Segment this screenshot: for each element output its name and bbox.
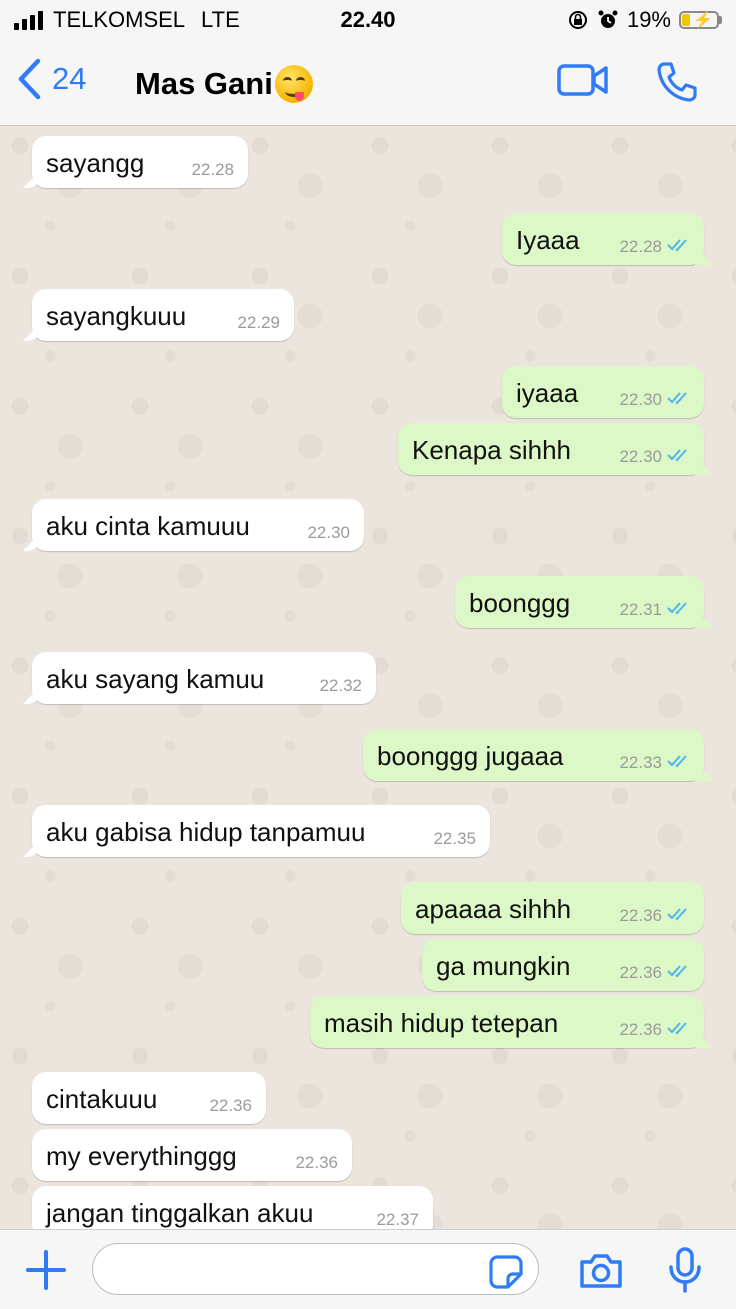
message-text: iyaaa <box>516 378 579 408</box>
message-time: 22.36 <box>295 1153 338 1172</box>
contact-name-text: Mas Gani <box>135 66 273 101</box>
message-time: 22.36 <box>209 1096 252 1115</box>
status-bar: TELKOMSEL LTE 22.40 19% ⚡ <box>0 0 736 40</box>
double-check-icon <box>667 602 687 615</box>
message-outgoing[interactable]: boonggg jugaaa 22.33 <box>363 729 704 781</box>
voice-call-button[interactable] <box>655 60 699 109</box>
double-check-icon <box>667 449 687 462</box>
message-incoming[interactable]: aku gabisa hidup tanpamuu 22.35 <box>32 805 490 857</box>
video-camera-icon <box>557 64 608 96</box>
message-time: 22.30 <box>619 447 662 466</box>
message-text: sayangkuuu <box>46 301 187 331</box>
message-incoming[interactable]: sayangg 22.28 <box>32 136 248 188</box>
message-time: 22.36 <box>619 1020 662 1039</box>
back-button[interactable]: 24 <box>16 58 86 100</box>
chevron-left-icon <box>18 58 41 100</box>
double-check-icon <box>667 755 687 768</box>
contact-name[interactable]: Mas Gani <box>135 65 313 103</box>
double-check-icon <box>667 239 687 252</box>
battery-percent: 19% <box>626 7 671 32</box>
message-outgoing[interactable]: iyaaa 22.30 <box>502 366 704 418</box>
double-check-icon <box>667 1022 687 1035</box>
message-time: 22.28 <box>191 160 234 179</box>
sticker-button[interactable] <box>488 1254 524 1295</box>
video-call-button[interactable] <box>557 62 609 103</box>
message-outgoing[interactable]: Iyaaa 22.28 <box>502 213 704 265</box>
message-text: boonggg <box>469 588 571 618</box>
message-incoming[interactable]: aku sayang kamuu 22.32 <box>32 652 376 704</box>
message-time: 22.35 <box>433 829 476 848</box>
message-text: ga mungkin <box>436 951 571 981</box>
message-time: 22.32 <box>319 676 362 695</box>
composer-bar <box>0 1229 736 1309</box>
alarm-icon <box>598 10 618 28</box>
message-time: 22.31 <box>619 600 662 619</box>
plus-icon <box>26 1250 66 1290</box>
sticker-icon <box>489 1255 523 1289</box>
message-time: 22.36 <box>619 963 662 982</box>
message-outgoing[interactable]: ga mungkin 22.36 <box>422 939 704 991</box>
message-text: Iyaaa <box>516 225 580 255</box>
message-outgoing[interactable]: apaaaa sihhh 22.36 <box>401 882 704 934</box>
double-check-icon <box>667 908 687 921</box>
message-time: 22.30 <box>619 390 662 409</box>
message-incoming[interactable]: cintakuuu 22.36 <box>32 1072 266 1124</box>
message-time: 22.36 <box>619 906 662 925</box>
attach-button[interactable] <box>26 1250 66 1295</box>
message-incoming[interactable]: jangan tinggalkan akuu 22.37 <box>32 1186 433 1229</box>
phone-icon <box>657 62 697 102</box>
message-time: 22.28 <box>619 237 662 256</box>
message-outgoing[interactable]: masih hidup tetepan 22.36 <box>310 996 704 1048</box>
message-text: sayangg <box>46 148 145 178</box>
unread-count: 24 <box>52 61 87 96</box>
message-outgoing[interactable]: boonggg 22.31 <box>455 576 704 628</box>
message-input[interactable] <box>92 1243 539 1295</box>
message-text: masih hidup tetepan <box>324 1008 559 1038</box>
double-check-icon <box>667 392 687 405</box>
message-outgoing[interactable]: Kenapa sihhh 22.30 <box>398 423 704 475</box>
message-text: my everythinggg <box>46 1141 237 1171</box>
message-time: 22.30 <box>307 523 350 542</box>
message-text: boonggg jugaaa <box>377 741 564 771</box>
message-incoming[interactable]: my everythinggg 22.36 <box>32 1129 352 1181</box>
message-text: apaaaa sihhh <box>415 894 572 924</box>
microphone-button[interactable] <box>668 1247 702 1298</box>
message-text: aku gabisa hidup tanpamuu <box>46 817 366 847</box>
face-savoring-food-emoji <box>274 65 313 103</box>
message-incoming[interactable]: sayangkuuu 22.29 <box>32 289 294 341</box>
chat-header: 24 Mas Gani <box>0 40 736 126</box>
chat-area[interactable]: sayangg 22.28 Iyaaa 22.28 sayangkuuu 22.… <box>0 126 736 1229</box>
camera-icon <box>580 1254 622 1288</box>
message-incoming[interactable]: aku cinta kamuuu 22.30 <box>32 499 364 551</box>
double-check-icon <box>667 965 687 978</box>
message-text: Kenapa sihhh <box>412 435 572 465</box>
microphone-icon <box>669 1247 701 1293</box>
message-text: cintakuuu <box>46 1084 158 1114</box>
message-time: 22.37 <box>376 1210 419 1229</box>
message-text: aku cinta kamuuu <box>46 511 250 541</box>
message-time: 22.33 <box>619 753 662 772</box>
message-text: jangan tinggalkan akuu <box>46 1198 314 1228</box>
camera-button[interactable] <box>578 1252 624 1295</box>
status-right: 19% ⚡ <box>567 7 722 33</box>
orientation-lock-icon <box>568 11 587 29</box>
message-time: 22.29 <box>237 313 280 332</box>
message-text: aku sayang kamuu <box>46 664 265 694</box>
battery-icon: ⚡ <box>679 11 722 29</box>
